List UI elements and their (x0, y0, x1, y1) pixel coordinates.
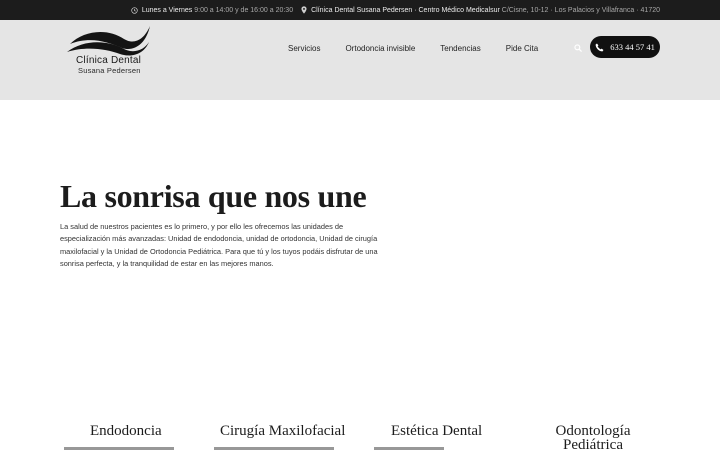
service-odontologia-pediatrica[interactable]: Odontología Pediátrica (554, 424, 632, 450)
call-button[interactable]: 633 44 57 41 (590, 36, 660, 58)
clinic-label: Clínica Dental Susana Pedersen · Centro … (311, 6, 500, 14)
hero-text: La salud de nuestros pacientes es lo pri… (60, 222, 378, 268)
service-cirugia-maxilofacial[interactable]: Cirugía Maxilofacial (220, 424, 345, 439)
location-info[interactable]: Clínica Dental Susana Pedersen · Centro … (301, 6, 660, 14)
search-icon (574, 44, 582, 52)
nav-item-servicios[interactable]: Servicios (288, 44, 320, 53)
main-nav: Servicios Ortodoncia invisible Tendencia… (288, 42, 563, 54)
logo-name: Clínica Dental (76, 55, 142, 66)
top-info-bar: Lunes a Viernes 9:00 a 14:00 y de 16:00 … (0, 0, 720, 20)
hero-title: La sonrisa que nos une (60, 178, 367, 214)
location-pin-icon (301, 6, 307, 14)
nav-item-pide-cita[interactable]: Pide Cita (506, 44, 538, 53)
logo-subtitle: Susana Pedersen (78, 66, 141, 75)
service-endodoncia[interactable]: Endodoncia (90, 424, 162, 439)
nav-item-ortodoncia-invisible[interactable]: Ortodoncia invisible (345, 44, 415, 53)
hours-info: Lunes a Viernes 9:00 a 14:00 y de 16:00 … (131, 7, 293, 14)
call-phone-number: 633 44 57 41 (610, 42, 655, 52)
clock-icon (131, 6, 138, 14)
site-header: Clínica Dental Susana Pedersen Servicios… (0, 20, 720, 100)
logo-wave-icon (67, 26, 150, 56)
address: C/Cisne, 10-12 · Los Palacios y Villafra… (501, 6, 660, 14)
hours-label: Lunes a Viernes (141, 6, 193, 14)
nav-item-tendencias[interactable]: Tendencias (440, 44, 480, 53)
hours-value: 9:00 a 14:00 y de 16:00 a 20:30 (194, 6, 294, 14)
phone-icon (595, 43, 604, 51)
service-estetica-dental[interactable]: Estética Dental (391, 424, 482, 439)
search-button[interactable] (571, 42, 585, 54)
